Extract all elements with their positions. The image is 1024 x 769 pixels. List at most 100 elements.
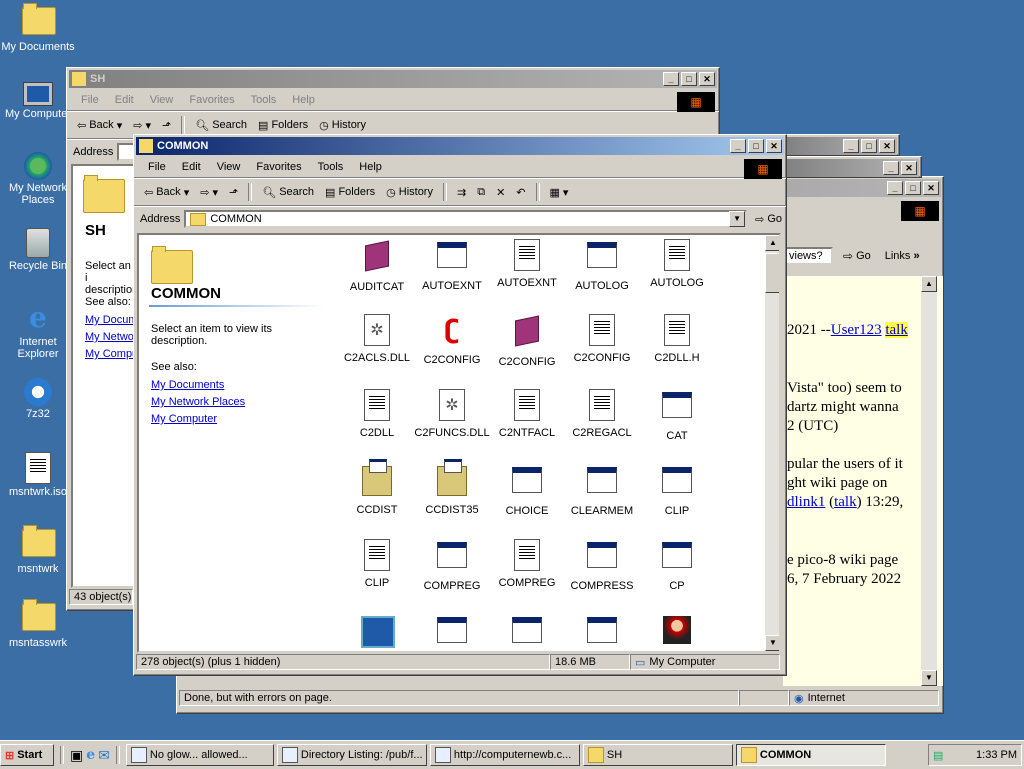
link-my-network[interactable]: My Netwo [85,331,133,343]
browser-scrollbar[interactable]: ▲ ▼ [921,276,937,686]
start-button[interactable]: ⊞ Start [0,744,54,766]
minimize-button[interactable]: _ [663,72,679,86]
address-dropdown-arrow-icon[interactable]: ▼ [729,211,746,227]
menu-tools[interactable]: Tools [310,161,352,173]
desktop-icon-iso[interactable]: msntwrk.iso [0,452,76,498]
minimize-button[interactable]: _ [730,139,746,153]
close-button[interactable]: ✕ [699,72,715,86]
link-my-documents[interactable]: My Documents [151,379,224,391]
delete-button[interactable]: ✕ [492,184,509,201]
user-link[interactable]: dlink1 [787,494,825,510]
user-link[interactable]: User123 [831,322,882,338]
file-item[interactable]: C2NTFACL [489,389,565,439]
desktop-icon-network[interactable]: My Network Places [0,152,76,206]
up-folder-button[interactable]: ⬏ [158,117,175,134]
views-button[interactable]: ▦ ▾ [546,184,573,201]
common-scrollbar[interactable]: ▲ ▼ [765,235,779,651]
file-item[interactable]: ✲ C2FUNCS.DLL [414,389,490,439]
close-button[interactable]: ✕ [766,139,782,153]
network-tray-icon[interactable]: ▤ [933,749,943,762]
desktop-icon-my-documents[interactable]: My Documents [0,3,76,53]
file-item[interactable]: COMPREG [489,539,565,589]
maximize-button[interactable]: □ [748,139,764,153]
undo-button[interactable]: ↶ [512,184,529,201]
move-to-button[interactable]: ⇉ [453,184,470,201]
task-button-2[interactable]: Directory Listing: /pub/f... [276,744,427,766]
file-item[interactable]: AUTOLOG [564,239,640,292]
menu-file[interactable]: File [140,161,174,173]
folders-button[interactable]: ▤ Folders [254,117,312,134]
menu-view[interactable]: View [142,94,182,106]
task-button-common[interactable]: COMMON [735,744,886,766]
close-button[interactable]: ✕ [923,181,939,195]
scroll-down-arrow-icon[interactable]: ▼ [765,635,779,651]
links-button[interactable]: Links » [881,248,924,264]
task-button-3[interactable]: http://computernewb.c... [429,744,580,766]
link-my-network-places[interactable]: My Network Places [151,396,245,408]
desktop-icon-recycle-bin[interactable]: Recycle Bin [0,228,76,272]
back-button[interactable]: ⇦ Back ▾ [73,117,126,134]
file-item[interactable] [339,614,415,651]
menu-file[interactable]: File [73,94,107,106]
search-button[interactable]: 🔍︎ Search [258,184,318,201]
minimize-button[interactable]: _ [843,139,859,153]
file-item[interactable]: COMPREG [414,539,490,592]
file-item[interactable]: COMPRESS [564,539,640,592]
link-my-documents[interactable]: My Docum [85,314,133,326]
minimize-button[interactable]: _ [883,161,899,175]
file-item[interactable]: C2CONFIG [564,314,640,364]
file-item[interactable] [639,614,715,651]
menu-edit[interactable]: Edit [107,94,142,106]
file-item[interactable]: AUTOEXNT [414,239,490,292]
file-item[interactable]: CLIP [639,464,715,517]
show-desktop-icon[interactable]: ▣ [70,747,83,764]
menu-view[interactable]: View [209,161,249,173]
close-button[interactable]: ✕ [901,161,917,175]
file-item[interactable] [414,614,490,651]
file-item[interactable]: C2CONFIG [489,314,565,368]
file-item[interactable]: AUTOLOG [639,239,715,289]
minimize-button[interactable]: _ [887,181,903,195]
file-item[interactable]: C2REGACL [564,389,640,439]
scroll-down-arrow-icon[interactable]: ▼ [921,670,937,686]
task-button-1[interactable]: No glow... allowed... [125,744,274,766]
desktop-icon-msntwrk[interactable]: msntwrk [0,525,76,575]
scroll-thumb[interactable] [765,253,779,293]
copy-to-button[interactable]: ⧉ [473,184,489,201]
scroll-up-arrow-icon[interactable]: ▲ [921,276,937,292]
menu-favorites[interactable]: Favorites [181,94,242,106]
scroll-up-arrow-icon[interactable]: ▲ [765,235,779,251]
go-button[interactable]: ⇨ Go [839,247,875,265]
file-item[interactable]: CLEARMEM [564,464,640,517]
ie-quicklaunch-icon[interactable]: e [86,747,95,763]
link-my-computer[interactable]: My Computer [151,413,217,425]
menu-edit[interactable]: Edit [174,161,209,173]
history-button[interactable]: ◷ History [382,184,437,201]
link-my-computer[interactable]: My Compu [85,348,133,360]
file-item[interactable]: C2DLL [339,389,415,439]
forward-button[interactable]: ⇨ ▾ [129,117,155,134]
history-button[interactable]: ◷ History [315,117,370,134]
file-item[interactable]: CCDIST35 [414,459,490,516]
file-item[interactable]: ʗ C2CONFIG [414,314,490,366]
file-item[interactable]: ✲ C2ACLS.DLL [339,314,415,364]
maximize-button[interactable]: □ [905,181,921,195]
task-button-sh[interactable]: SH [582,744,733,766]
menu-favorites[interactable]: Favorites [248,161,309,173]
menu-help[interactable]: Help [351,161,390,173]
forward-button[interactable]: ⇨ ▾ [196,184,222,201]
back-button[interactable]: ⇦ Back ▾ [140,184,193,201]
file-item[interactable]: AUTOEXNT [489,239,565,289]
file-item[interactable] [489,614,565,651]
talk-link[interactable]: talk [834,494,857,510]
desktop-icon-ie[interactable]: e Internet Explorer [0,302,76,361]
file-item[interactable]: AUDITCAT [339,239,415,293]
file-item[interactable]: CCDIST [339,459,415,516]
maximize-button[interactable]: □ [861,139,877,153]
file-item[interactable]: C2DLL.H [639,314,715,364]
up-folder-button[interactable]: ⬏ [225,184,242,201]
desktop-icon-7z32[interactable]: 7z32 [0,378,76,420]
desktop-icon-my-computer[interactable]: My Computer [0,78,76,120]
file-item[interactable]: CP [639,539,715,592]
go-button[interactable]: ⇨ Go [751,211,786,228]
